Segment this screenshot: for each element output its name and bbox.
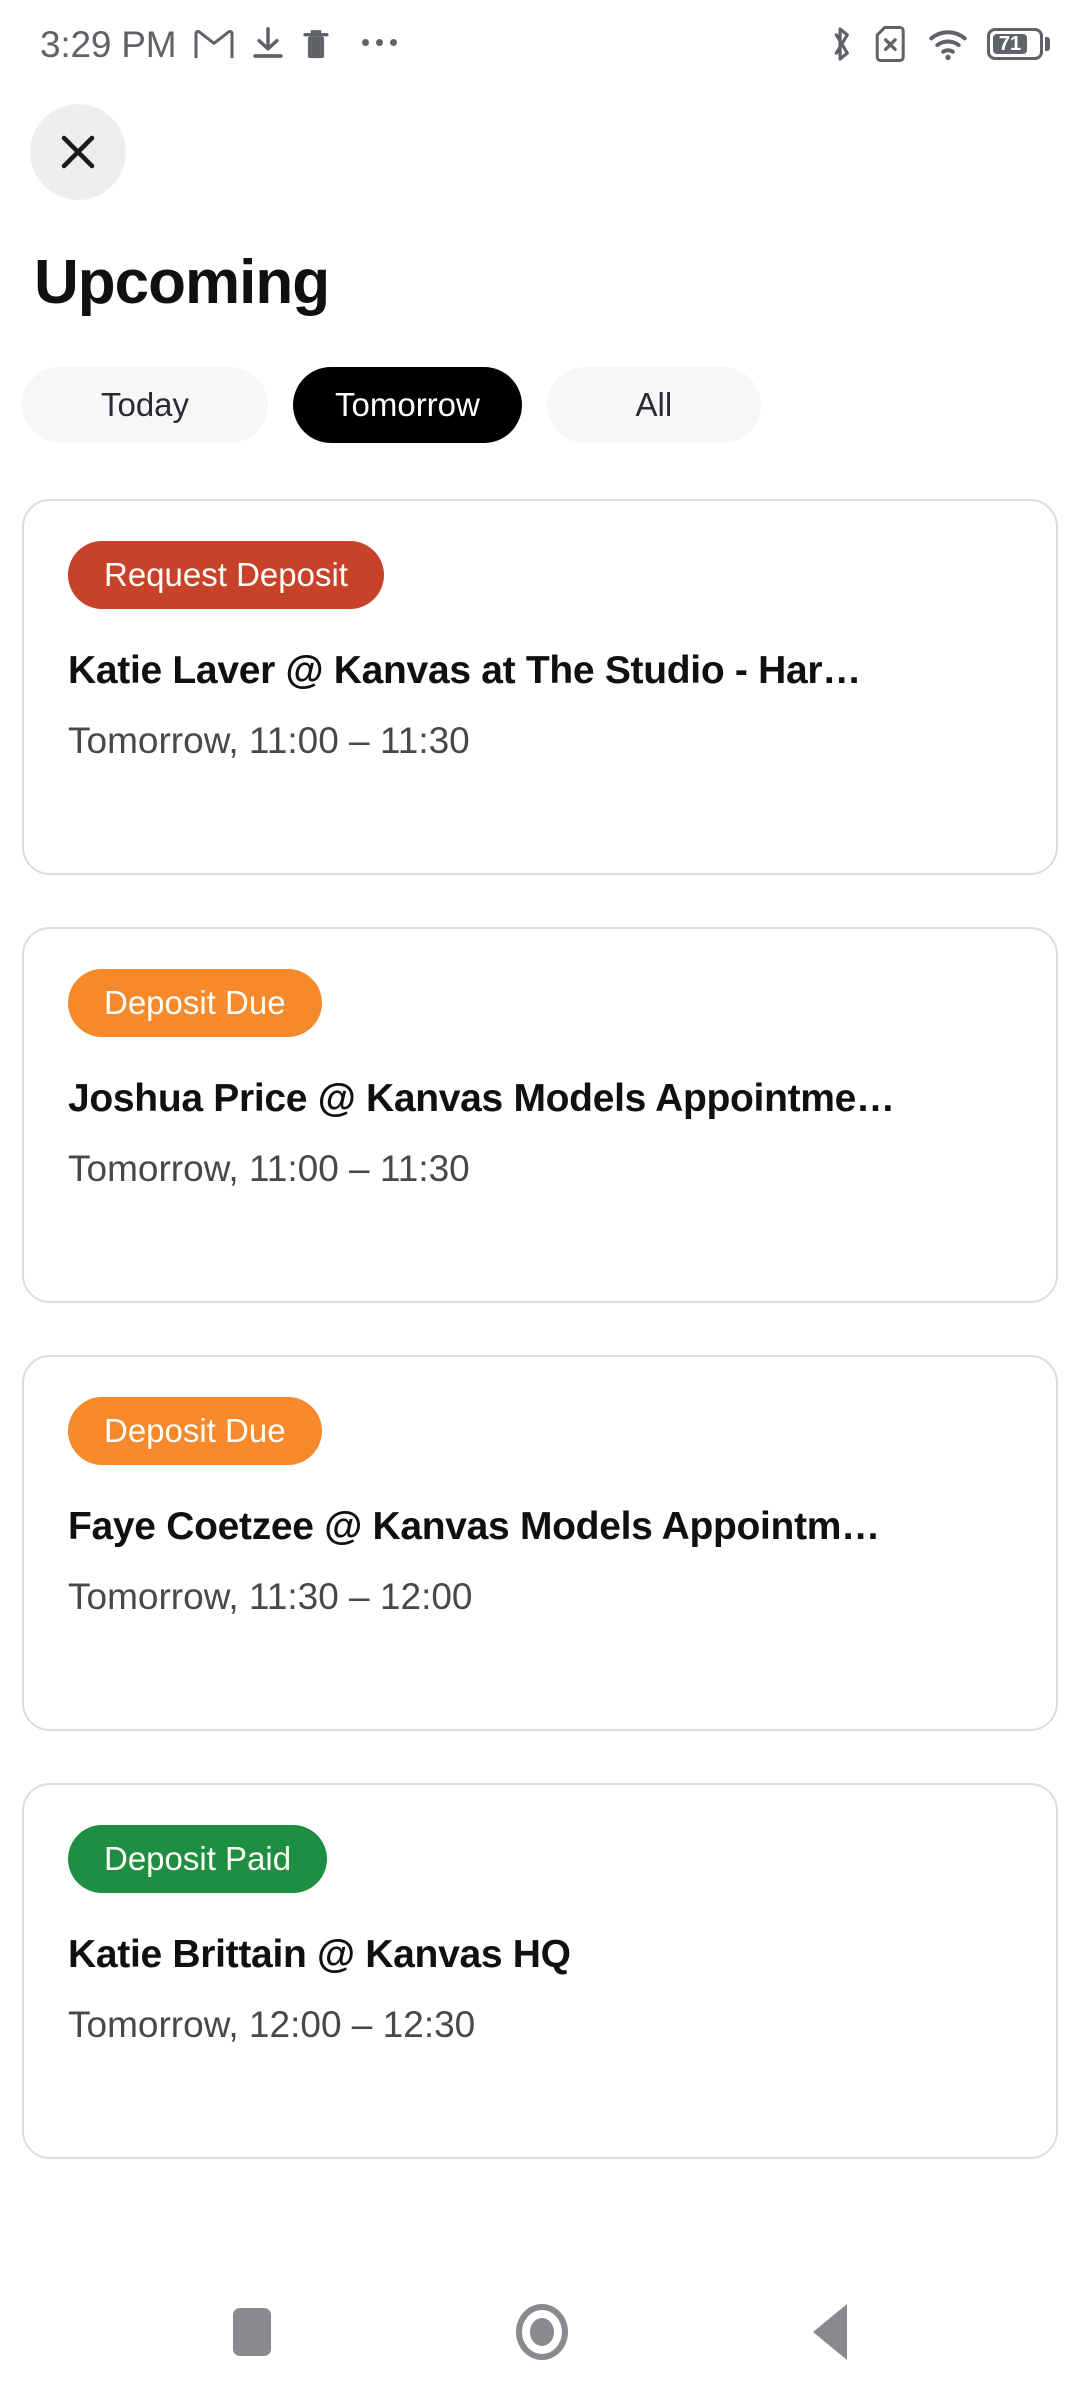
appointment-title: Faye Coetzee @ Kanvas Models Appointm… xyxy=(68,1505,880,1549)
appointment-title: Joshua Price @ Kanvas Models Appointme… xyxy=(68,1077,895,1121)
bluetooth-icon xyxy=(834,27,849,61)
android-navigation-bar xyxy=(0,2264,1080,2400)
appointment-card[interactable]: Deposit Due Faye Coetzee @ Kanvas Models… xyxy=(22,1355,1058,1732)
battery-level-text: 71 xyxy=(998,32,1022,55)
appointment-time: Tomorrow, 11:00 – 11:30 xyxy=(68,1147,470,1189)
close-button[interactable] xyxy=(30,104,126,200)
appointment-card[interactable]: Deposit Paid Katie Brittain @ Kanvas HQ … xyxy=(22,1783,1058,2160)
appointment-title: Katie Laver @ Kanvas at The Studio - Har… xyxy=(68,649,861,693)
status-bar: 3:29 PM 71 xyxy=(0,0,1080,88)
appointment-card[interactable]: Deposit Due Joshua Price @ Kanvas Models… xyxy=(22,927,1058,1304)
wifi-icon xyxy=(929,30,967,60)
status-badge: Deposit Due xyxy=(68,969,322,1038)
status-clock: 3:29 PM xyxy=(40,23,177,65)
filter-chip-all[interactable]: All xyxy=(546,367,761,444)
download-icon xyxy=(253,27,284,58)
appointment-list[interactable]: Request Deposit Katie Laver @ Kanvas at … xyxy=(0,499,1080,2264)
triangle-back-icon[interactable] xyxy=(813,2304,848,2360)
page-title: Upcoming xyxy=(34,248,330,317)
status-badge: Request Deposit xyxy=(68,541,384,610)
filter-chip-today[interactable]: Today xyxy=(22,367,268,444)
sim-missing-icon xyxy=(875,26,905,62)
status-bar-right: 71 xyxy=(828,25,1050,63)
filter-chip-group: Today Tomorrow All xyxy=(0,367,1080,444)
phone-screen: 3:29 PM 71 Upcoming Today Tomorrow All R… xyxy=(0,0,1080,2400)
appointment-time: Tomorrow, 12:00 – 12:30 xyxy=(68,2003,476,2045)
list-bottom-mask xyxy=(0,2234,1080,2264)
trash-icon xyxy=(303,30,330,59)
filter-chip-tomorrow[interactable]: Tomorrow xyxy=(293,367,522,444)
gmail-icon xyxy=(194,29,234,59)
page-header: Upcoming xyxy=(0,88,1080,315)
appointment-title: Katie Brittain @ Kanvas HQ xyxy=(68,1933,571,1977)
battery-icon: 71 xyxy=(987,28,1050,60)
circle-home-icon[interactable] xyxy=(515,2304,568,2360)
status-badge: Deposit Due xyxy=(68,1397,322,1466)
overflow-dots-icon xyxy=(362,38,398,50)
appointment-time: Tomorrow, 11:30 – 12:00 xyxy=(68,1575,473,1617)
square-recents-icon[interactable] xyxy=(232,2308,271,2356)
close-icon xyxy=(61,135,95,169)
status-bar-left: 3:29 PM xyxy=(40,23,398,65)
appointment-card[interactable]: Request Deposit Katie Laver @ Kanvas at … xyxy=(22,499,1058,876)
appointment-time: Tomorrow, 11:00 – 11:30 xyxy=(68,719,470,761)
status-badge: Deposit Paid xyxy=(68,1825,328,1894)
